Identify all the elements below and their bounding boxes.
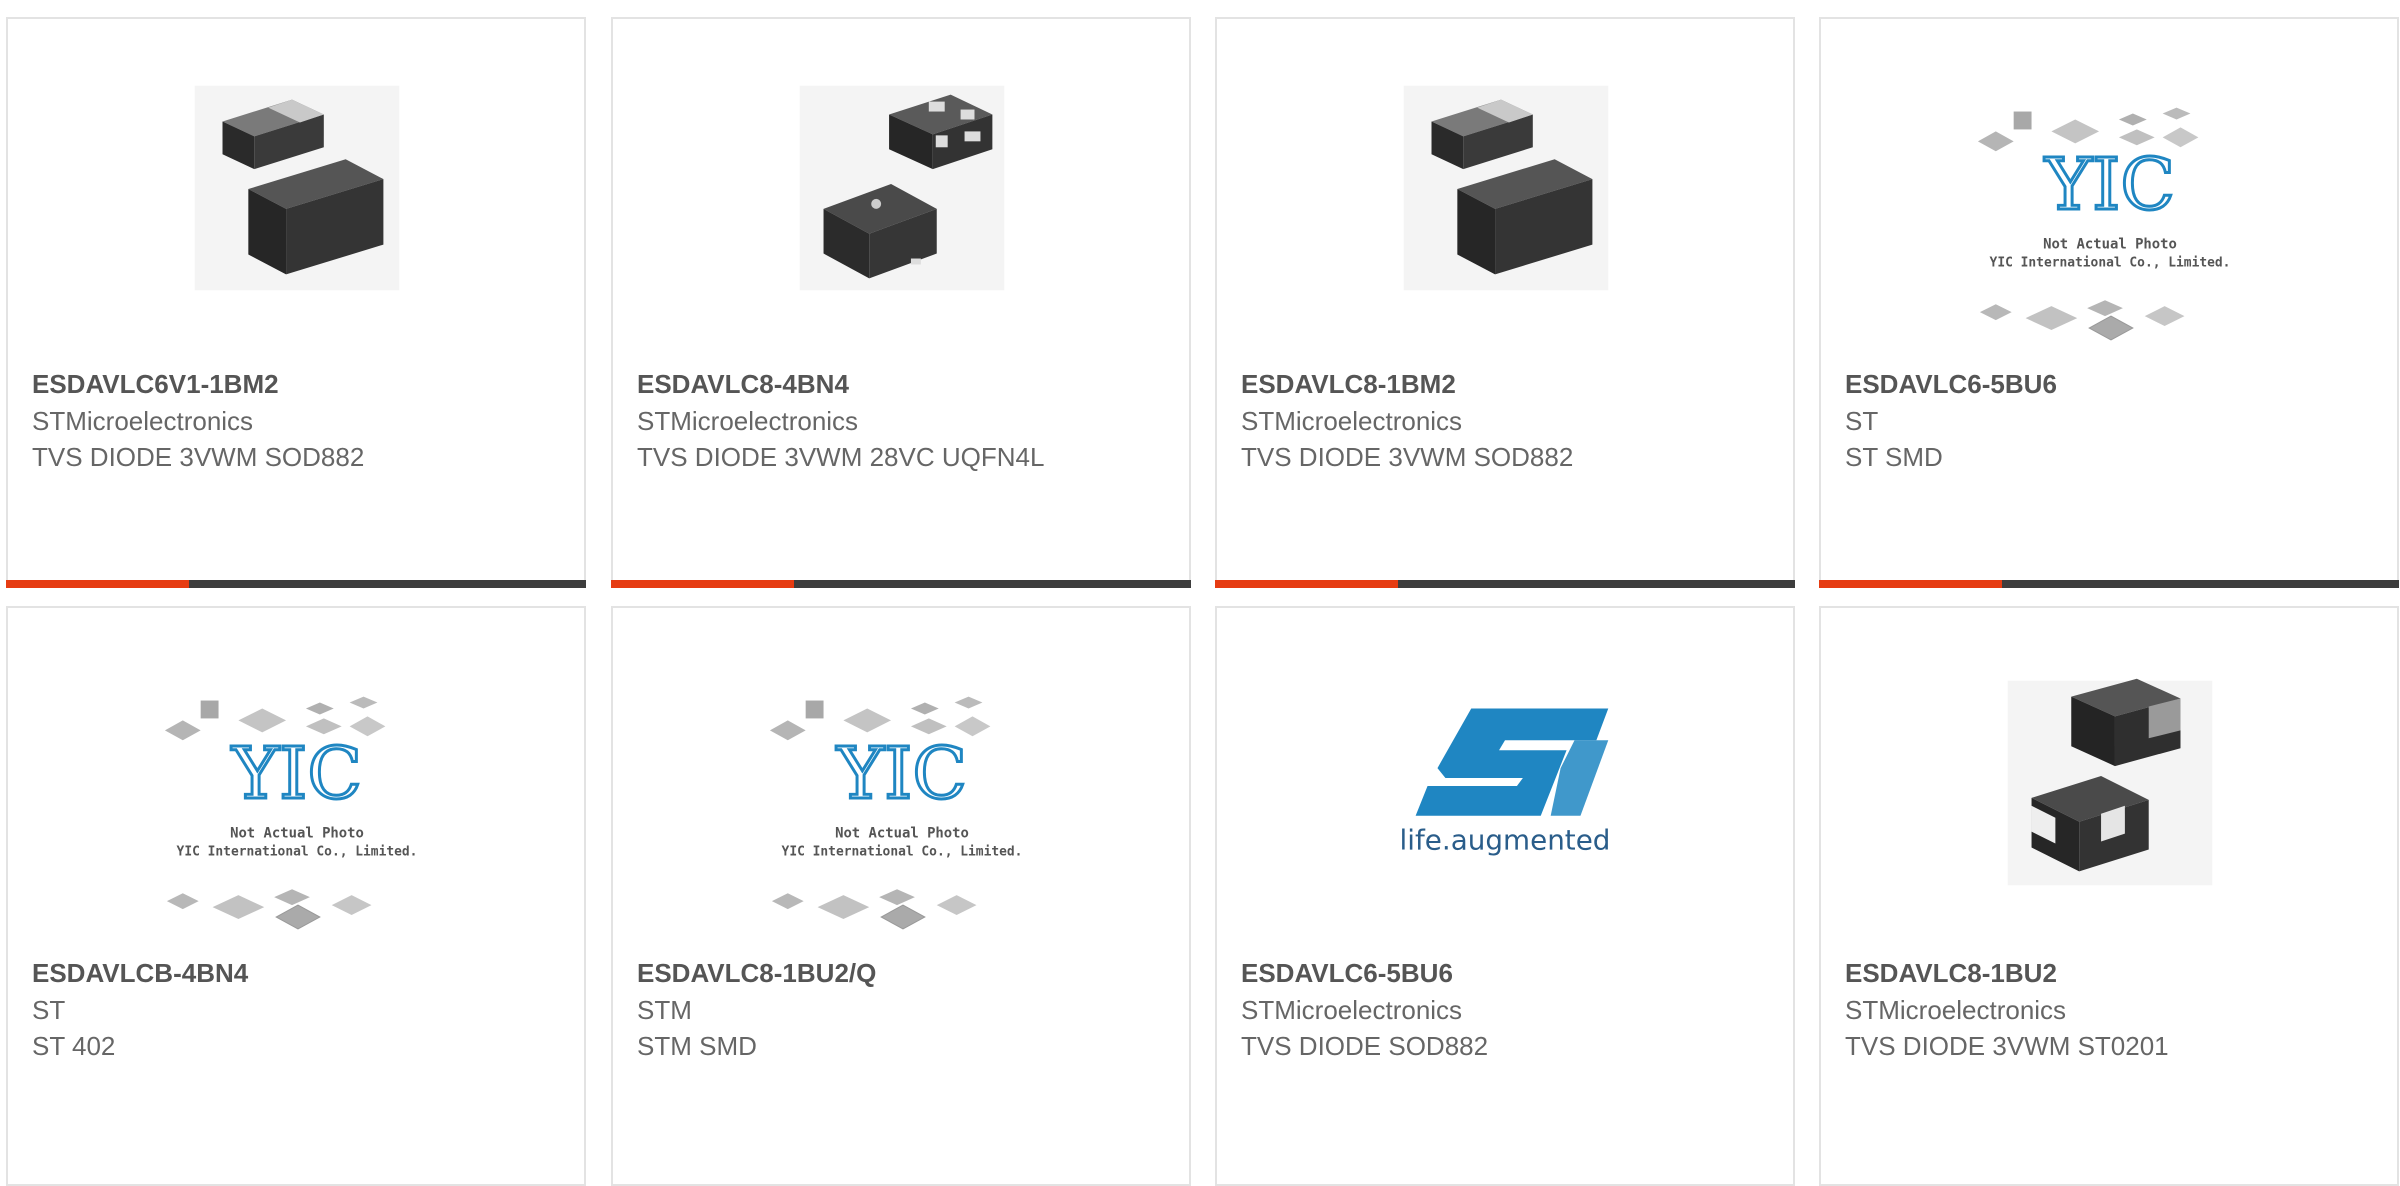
part-number-link[interactable]: ESDAVLC6V1-1BM2 — [32, 365, 564, 403]
product-card[interactable]: YIC Not Actual Photo YIC International C… — [6, 606, 586, 1186]
product-card[interactable]: life.augmented ESDAVLC6-5BU6 STMicroelec… — [1215, 606, 1795, 1186]
accent-strip — [611, 580, 794, 588]
not-actual-photo-placeholder: YIC Not Actual Photo YIC International C… — [1977, 107, 2231, 341]
manufacturer: STMicroelectronics — [1241, 995, 1463, 1025]
svg-text:YIC International Co., Limited: YIC International Co., Limited. — [177, 844, 418, 859]
manufacturer: STMicroelectronics — [1241, 406, 1463, 436]
svg-text:Not Actual Photo: Not Actual Photo — [230, 826, 364, 842]
card-bottom-bar — [6, 580, 586, 588]
product-image[interactable]: YIC Not Actual Photo YIC International C… — [613, 608, 1189, 948]
description: TVS DIODE 3VWM SOD882 — [32, 442, 365, 472]
part-number-link[interactable]: ESDAVLCB-4BN4 — [32, 954, 564, 992]
description: TVS DIODE SOD882 — [1241, 1031, 1489, 1061]
product-image[interactable] — [613, 19, 1189, 359]
svg-text:YIC International Co., Limited: YIC International Co., Limited. — [782, 844, 1023, 859]
manufacturer: STM — [637, 995, 692, 1025]
description: TVS DIODE 3VWM SOD882 — [1241, 442, 1574, 472]
description: ST SMD — [1845, 442, 1943, 472]
part-number-link[interactable]: ESDAVLC8-1BU2/Q — [637, 954, 1169, 992]
description: TVS DIODE 3VWM ST0201 — [1845, 1031, 2169, 1061]
product-image[interactable]: YIC Not Actual Photo YIC International C… — [8, 608, 584, 948]
product-card[interactable]: YIC Not Actual Photo YIC International C… — [611, 606, 1191, 1186]
svg-text:Not Actual Photo: Not Actual Photo — [2043, 237, 2177, 253]
sod882-package-photo — [1403, 85, 1609, 291]
st-life-augmented-logo: life.augmented — [1400, 708, 1611, 857]
product-image[interactable] — [1821, 608, 2397, 948]
st0201-package-photo — [2007, 678, 2213, 886]
svg-text:Not Actual Photo: Not Actual Photo — [835, 826, 969, 842]
product-card[interactable]: YIC Not Actual Photo YIC International C… — [1819, 17, 2399, 588]
svg-text:YIC: YIC — [836, 732, 967, 815]
part-number-link[interactable]: ESDAVLC6-5BU6 — [1241, 954, 1773, 992]
part-number-link[interactable]: ESDAVLC6-5BU6 — [1845, 365, 2377, 403]
part-number-link[interactable]: ESDAVLC8-4BN4 — [637, 365, 1169, 403]
product-card[interactable]: ESDAVLC8-1BU2 STMicroelectronics TVS DIO… — [1819, 606, 2399, 1186]
product-grid: ESDAVLC6V1-1BM2 STMicroelectronics TVS D… — [0, 0, 2400, 1186]
accent-strip — [1215, 580, 1398, 588]
manufacturer: ST — [1845, 406, 1879, 436]
accent-strip — [1819, 580, 2002, 588]
manufacturer: STMicroelectronics — [637, 406, 859, 436]
not-actual-photo-placeholder: YIC Not Actual Photo YIC International C… — [164, 696, 418, 930]
manufacturer: ST — [32, 995, 66, 1025]
svg-text:YIC International Co., Limited: YIC International Co., Limited. — [1990, 255, 2231, 270]
part-number-link[interactable]: ESDAVLC8-1BU2 — [1845, 954, 2377, 992]
manufacturer: STMicroelectronics — [32, 406, 254, 436]
card-bottom-bar — [611, 580, 1191, 588]
card-bottom-bar — [1819, 580, 2399, 588]
card-bottom-bar — [1215, 580, 1795, 588]
product-image[interactable] — [8, 19, 584, 359]
svg-text:YIC: YIC — [231, 732, 362, 815]
description: ST 402 — [32, 1031, 116, 1061]
product-image[interactable]: life.augmented — [1217, 608, 1793, 948]
accent-strip — [6, 580, 189, 588]
product-card[interactable]: ESDAVLC8-4BN4 STMicroelectronics TVS DIO… — [611, 17, 1191, 588]
uqfn4l-package-photo — [799, 85, 1005, 291]
product-card[interactable]: ESDAVLC8-1BM2 STMicroelectronics TVS DIO… — [1215, 17, 1795, 588]
not-actual-photo-placeholder: YIC Not Actual Photo YIC International C… — [769, 696, 1023, 930]
sod882-package-photo — [194, 85, 400, 291]
product-image[interactable] — [1217, 19, 1793, 359]
manufacturer: STMicroelectronics — [1845, 995, 2067, 1025]
svg-text:YIC: YIC — [2044, 143, 2175, 226]
svg-text:life.augmented: life.augmented — [1400, 824, 1611, 857]
description: STM SMD — [637, 1031, 757, 1061]
part-number-link[interactable]: ESDAVLC8-1BM2 — [1241, 365, 1773, 403]
product-card[interactable]: ESDAVLC6V1-1BM2 STMicroelectronics TVS D… — [6, 17, 586, 588]
product-image[interactable]: YIC Not Actual Photo YIC International C… — [1821, 19, 2397, 359]
description: TVS DIODE 3VWM 28VC UQFN4L — [637, 442, 1045, 472]
